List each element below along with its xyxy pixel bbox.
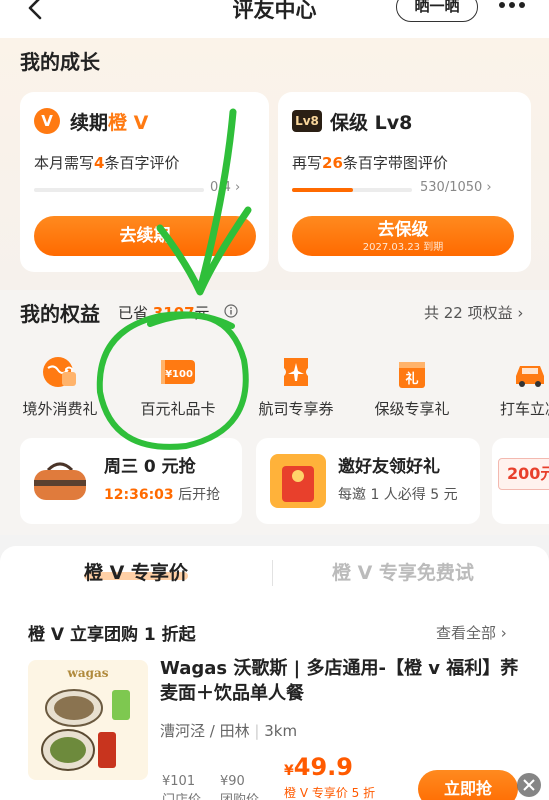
promo-subtitle: 每邀 1 人必得 5 元: [338, 487, 458, 503]
brand-logo: wagas: [67, 666, 109, 680]
airplane-ticket-icon: [284, 358, 308, 386]
growth-section: 我的成长 V 续期橙 V 本月需写4条百字评价 0/4 › 去续期 Lv8 保级…: [0, 38, 549, 290]
promo-invite-friends[interactable]: 邀好友领好礼 每邀 1 人必得 5 元: [256, 438, 480, 524]
orange-v-badge-icon: V: [34, 108, 60, 134]
globe-bag-icon: [43, 357, 76, 387]
svg-text:¥100: ¥100: [165, 369, 193, 380]
promo-title: 邀好友领好礼: [338, 457, 440, 477]
benefit-level-gift[interactable]: 礼 保级专享礼: [362, 354, 462, 434]
tab-free-trial[interactable]: 橙 V 专享免费试: [332, 558, 474, 585]
growth-section-title: 我的成长: [20, 50, 100, 74]
red-envelope-icon: [270, 454, 326, 508]
promo-title: 周三 0 元抢: [104, 457, 196, 477]
more-options-icon[interactable]: [497, 0, 527, 14]
group-deals-title: 橙 V 立享团购 1 折起: [28, 625, 196, 645]
product-image[interactable]: wagas: [28, 660, 148, 780]
tab-exclusive-price[interactable]: 橙 V 专享价: [84, 558, 188, 585]
exclusive-deals-section: 橙 V 专享价 橙 V 专享免费试 橙 V 立享团购 1 折起 查看全部 › w…: [0, 546, 549, 800]
renew-button[interactable]: 去续期: [34, 216, 256, 256]
lv8-badge-icon: Lv8: [292, 110, 322, 132]
grab-now-button[interactable]: 立即抢: [418, 770, 518, 800]
share-button[interactable]: 晒一晒: [396, 0, 478, 22]
renew-v-card[interactable]: V 续期橙 V 本月需写4条百字评价 0/4 › 去续期: [20, 92, 269, 272]
promo-countdown: 12:36:03 后开抢: [104, 487, 221, 503]
benefit-label: 打车立减: [499, 400, 549, 418]
benefit-taxi-discount[interactable]: 打车立减: [480, 354, 549, 434]
top-nav-bar: 评友中心 晒一晒: [0, 0, 549, 38]
keep-level-button[interactable]: 去保级 2027.03.23 到期: [292, 216, 514, 256]
promo-card-partial[interactable]: 200元: [492, 438, 549, 524]
renew-card-title: 续期橙 V: [70, 112, 149, 134]
level-progress-bar: [292, 188, 412, 192]
view-all-link[interactable]: 查看全部 ›: [436, 622, 507, 643]
info-icon[interactable]: [224, 304, 238, 318]
saved-amount-text: 已省 3107元: [118, 304, 210, 322]
benefits-section-title: 我的权益: [20, 302, 100, 326]
benefit-overseas-spending[interactable]: 境外消费礼: [10, 354, 110, 434]
promo-wednesday-zero[interactable]: 周三 0 元抢 12:36:03 后开抢: [20, 438, 242, 524]
benefit-airline-coupon[interactable]: 航司专享券: [246, 354, 346, 434]
price-note: 橙 V 专享价 5 折: [284, 786, 376, 800]
benefits-section: 我的权益 已省 3107元 共 22 项权益 › 境外消费礼 ¥100 百元礼品…: [0, 290, 549, 535]
all-benefits-link[interactable]: 共 22 项权益 ›: [424, 302, 523, 323]
svg-text:礼: 礼: [405, 371, 418, 387]
product-name[interactable]: Wagas 沃歌斯 | 多店通用-【橙 v 福利】荞麦面＋饮品单人餐: [160, 656, 520, 706]
travel-bag-icon: [34, 462, 86, 500]
level-progress-fill: [292, 188, 353, 192]
benefit-label: 境外消费礼: [22, 400, 98, 418]
car-icon: [516, 366, 544, 387]
level-card-desc: 再写26条百字带图评价: [292, 154, 448, 172]
coupon-200-label: 200元: [498, 458, 549, 490]
group-price: ¥90 团购价: [220, 774, 259, 800]
final-price: ¥49.9: [284, 753, 353, 781]
gift-box-icon: 礼: [399, 362, 425, 388]
original-price: ¥101 门店价: [162, 774, 201, 800]
gift-card-100-icon: ¥100: [161, 360, 195, 384]
benefit-label: 航司专享券: [258, 400, 334, 418]
renew-card-desc: 本月需写4条百字评价: [34, 154, 180, 172]
benefit-label: 百元礼品卡: [140, 400, 216, 418]
benefit-label: 保级专享礼: [374, 400, 450, 418]
level-progress-text[interactable]: 530/1050 ›: [420, 180, 492, 195]
close-icon[interactable]: [516, 772, 542, 798]
product-location: 漕河泾 / 田林 | 3km: [160, 722, 298, 740]
level-card-title: 保级 Lv8: [330, 112, 413, 134]
renew-progress-text[interactable]: 0/4 ›: [210, 180, 240, 195]
renew-progress-bar: [34, 188, 204, 192]
tab-divider: [272, 560, 273, 586]
level-keep-card[interactable]: Lv8 保级 Lv8 再写26条百字带图评价 530/1050 › 去保级 20…: [278, 92, 531, 272]
benefit-gift-card[interactable]: ¥100 百元礼品卡: [128, 354, 228, 434]
food-bowls-icon: [41, 689, 130, 771]
